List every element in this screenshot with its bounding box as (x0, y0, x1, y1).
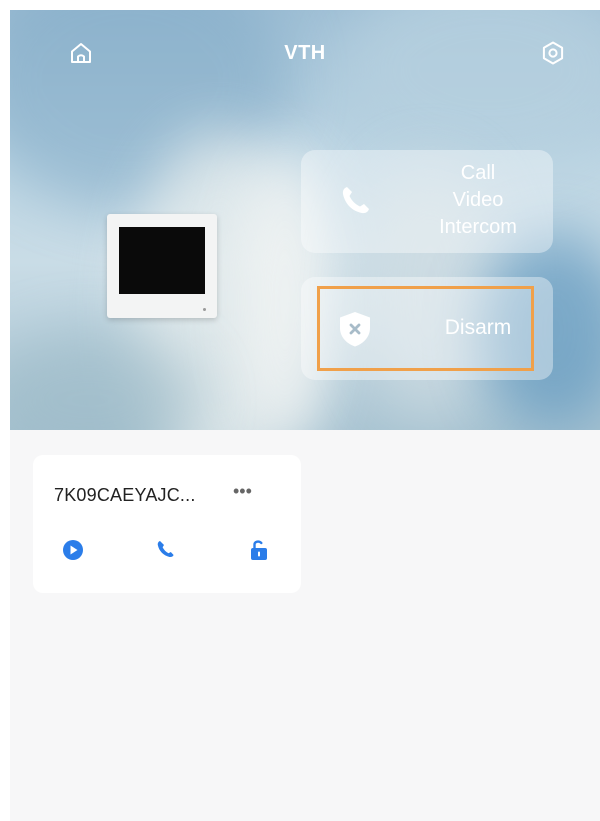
call-label-line: Intercom (439, 216, 517, 238)
live-view-button[interactable] (61, 538, 85, 562)
call-label-line: Call (460, 162, 496, 184)
call-video-intercom-button[interactable]: Call Video Intercom (301, 150, 553, 253)
indoor-monitor-image (107, 214, 217, 318)
play-icon (63, 540, 83, 560)
hero-panel: VTH Call Video Intercom Disarm (10, 10, 600, 430)
call-label-line: Video (452, 189, 504, 211)
page-title: VTH (284, 42, 326, 64)
call-button[interactable] (153, 538, 177, 562)
monitor-indicator (203, 308, 206, 311)
settings-button[interactable] (540, 40, 566, 66)
app-screen: VTH Call Video Intercom Disarm 7K09CAEYA… (10, 10, 600, 821)
unlock-icon (251, 540, 267, 560)
top-bar: VTH (10, 10, 600, 90)
monitor-screen (119, 227, 205, 294)
call-label: Call Video Intercom (413, 160, 543, 241)
settings-icon (542, 41, 564, 65)
device-name: 7K09CAEYAJC... (54, 485, 196, 505)
phone-icon (157, 541, 174, 558)
disarm-highlight-outline (317, 286, 534, 371)
more-options-button[interactable]: ••• (233, 481, 273, 505)
unlock-button[interactable] (247, 538, 271, 562)
phone-icon (342, 187, 369, 214)
device-card[interactable]: 7K09CAEYAJC... ••• (33, 455, 301, 593)
